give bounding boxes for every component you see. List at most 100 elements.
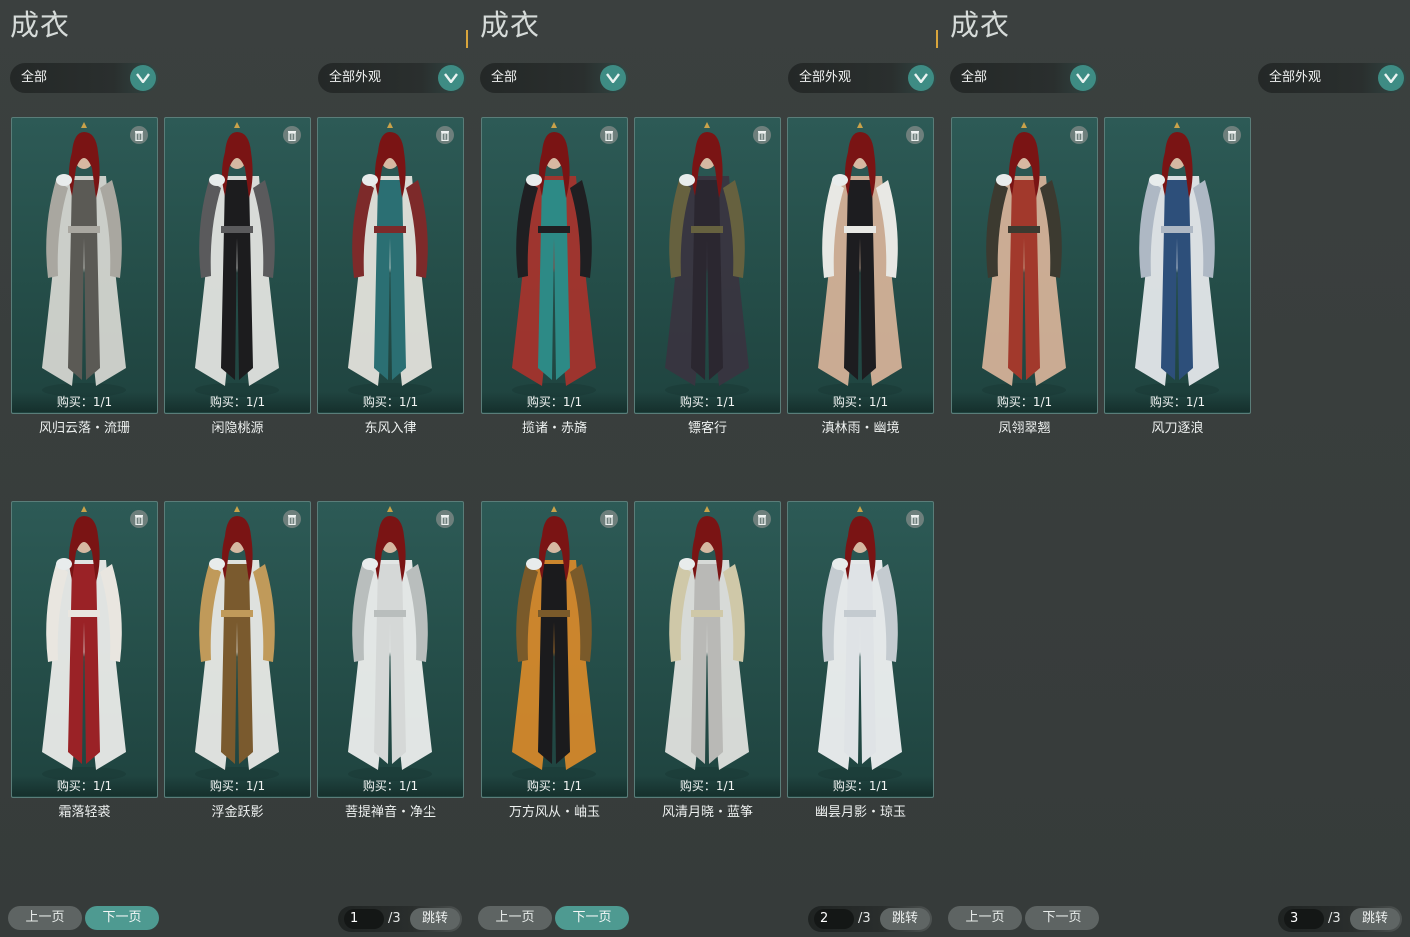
panel-title: 成衣 [950,8,1011,42]
outfit-name: 揽诸・赤旖 [521,421,587,436]
outfit-name: 风刀逐浪 [1151,421,1204,436]
outfit-name: 风归云落・流珊 [38,421,130,436]
outfit-figure-image [42,122,126,397]
shop-panel-1: 成衣 全部 全部外观 购买：1/1 风归云落・流珊 购买：1/1 闲隐桃源 购买… [0,0,470,937]
appearance-dropdown-label: 全部外观 [329,70,382,85]
category-dropdown[interactable]: 全部 [950,63,1098,93]
outfit-figure-image [512,122,596,397]
purchase-limit: 购买：1/1 [635,392,780,412]
trash-icon[interactable] [283,126,301,144]
appearance-dropdown[interactable]: 全部外观 [788,63,936,93]
purchase-limit: 购买：1/1 [318,392,463,412]
jump-button[interactable]: 跳转 [410,908,460,930]
page-total: /3 [388,911,401,926]
title-marker [936,30,938,48]
next-page-button[interactable]: 下一页 [555,906,629,930]
outfit-figure-image [1135,122,1219,397]
purchase-limit: 购买：1/1 [482,776,627,796]
jump-button[interactable]: 跳转 [1350,908,1400,930]
appearance-dropdown[interactable]: 全部外观 [1258,63,1406,93]
outfit-card[interactable]: 购买：1/1 [164,501,311,798]
outfit-card[interactable]: 购买：1/1 [317,117,464,414]
trash-icon[interactable] [436,510,454,528]
outfit-card[interactable]: 购买：1/1 [11,501,158,798]
outfit-name: 滇林雨・幽境 [821,421,900,436]
outfit-name: 镖客行 [687,421,727,436]
purchase-limit: 购买：1/1 [12,392,157,412]
outfit-card[interactable]: 购买：1/1 [317,501,464,798]
category-dropdown[interactable]: 全部 [10,63,158,93]
outfit-name: 闲隐桃源 [211,421,264,436]
trash-icon[interactable] [436,126,454,144]
outfit-name: 东风入律 [364,421,417,436]
page-jumper: 3 /3 跳转 [1278,906,1402,932]
panel-title: 成衣 [10,8,71,42]
trash-icon[interactable] [906,510,924,528]
outfit-figure-image [818,506,902,781]
purchase-limit: 购买：1/1 [788,392,933,412]
outfit-card[interactable]: 购买：1/1 [634,117,781,414]
trash-icon[interactable] [753,126,771,144]
chevron-down-icon [1070,65,1096,91]
outfit-figure-image [665,122,749,397]
chevron-down-icon [908,65,934,91]
trash-icon[interactable] [130,510,148,528]
category-dropdown[interactable]: 全部 [480,63,628,93]
outfit-card[interactable]: 购买：1/1 [1104,117,1251,414]
page-number-input[interactable]: 2 [814,909,854,929]
prev-page-button[interactable]: 上一页 [8,906,82,930]
outfit-figure-image [42,506,126,781]
trash-icon[interactable] [600,126,618,144]
page-jumper: 2 /3 跳转 [808,906,932,932]
panel-title: 成衣 [480,8,541,42]
outfit-card[interactable]: 购买：1/1 [951,117,1098,414]
outfit-figure-image [982,122,1066,397]
outfit-figure-image [195,122,279,397]
prev-page-button[interactable]: 上一页 [948,906,1022,930]
outfit-card[interactable]: 购买：1/1 [787,117,934,414]
outfit-figure-image [818,122,902,397]
trash-icon[interactable] [130,126,148,144]
appearance-dropdown[interactable]: 全部外观 [318,63,466,93]
purchase-limit: 购买：1/1 [482,392,627,412]
chevron-down-icon [600,65,626,91]
outfit-card[interactable]: 购买：1/1 [164,117,311,414]
outfit-figure-image [348,506,432,781]
shop-panel-2: 成衣 全部 全部外观 购买：1/1 揽诸・赤旖 购买：1/1 镖客行 购买：1/… [470,0,940,937]
page-number-input[interactable]: 3 [1284,909,1324,929]
category-dropdown-label: 全部 [491,70,518,85]
outfit-card[interactable]: 购买：1/1 [481,501,628,798]
trash-icon[interactable] [1223,126,1241,144]
outfit-name: 菩提禅音・净尘 [344,805,436,820]
next-page-button[interactable]: 下一页 [85,906,159,930]
trash-icon[interactable] [1070,126,1088,144]
trash-icon[interactable] [600,510,618,528]
appearance-dropdown-label: 全部外观 [1269,70,1322,85]
outfit-card[interactable]: 购买：1/1 [634,501,781,798]
trash-icon[interactable] [906,126,924,144]
purchase-limit: 购买：1/1 [788,776,933,796]
outfit-card[interactable]: 购买：1/1 [11,117,158,414]
outfit-card[interactable]: 购买：1/1 [481,117,628,414]
chevron-down-icon [130,65,156,91]
trash-icon[interactable] [283,510,301,528]
page-total: /3 [1328,911,1341,926]
outfit-name: 浮金跃影 [211,805,264,820]
outfit-figure-image [665,506,749,781]
purchase-limit: 购买：1/1 [1105,392,1250,412]
trash-icon[interactable] [753,510,771,528]
category-dropdown-label: 全部 [21,70,48,85]
purchase-limit: 购买：1/1 [165,776,310,796]
purchase-limit: 购买：1/1 [12,776,157,796]
page-jumper: 1 /3 跳转 [338,906,462,932]
outfit-figure-image [348,122,432,397]
purchase-limit: 购买：1/1 [635,776,780,796]
next-page-button[interactable]: 下一页 [1025,906,1099,930]
page-number-input[interactable]: 1 [344,909,384,929]
outfit-card[interactable]: 购买：1/1 [787,501,934,798]
jump-button[interactable]: 跳转 [880,908,930,930]
outfit-figure-image [512,506,596,781]
purchase-limit: 购买：1/1 [318,776,463,796]
outfit-name: 凤翎翠翘 [998,421,1051,436]
prev-page-button[interactable]: 上一页 [478,906,552,930]
